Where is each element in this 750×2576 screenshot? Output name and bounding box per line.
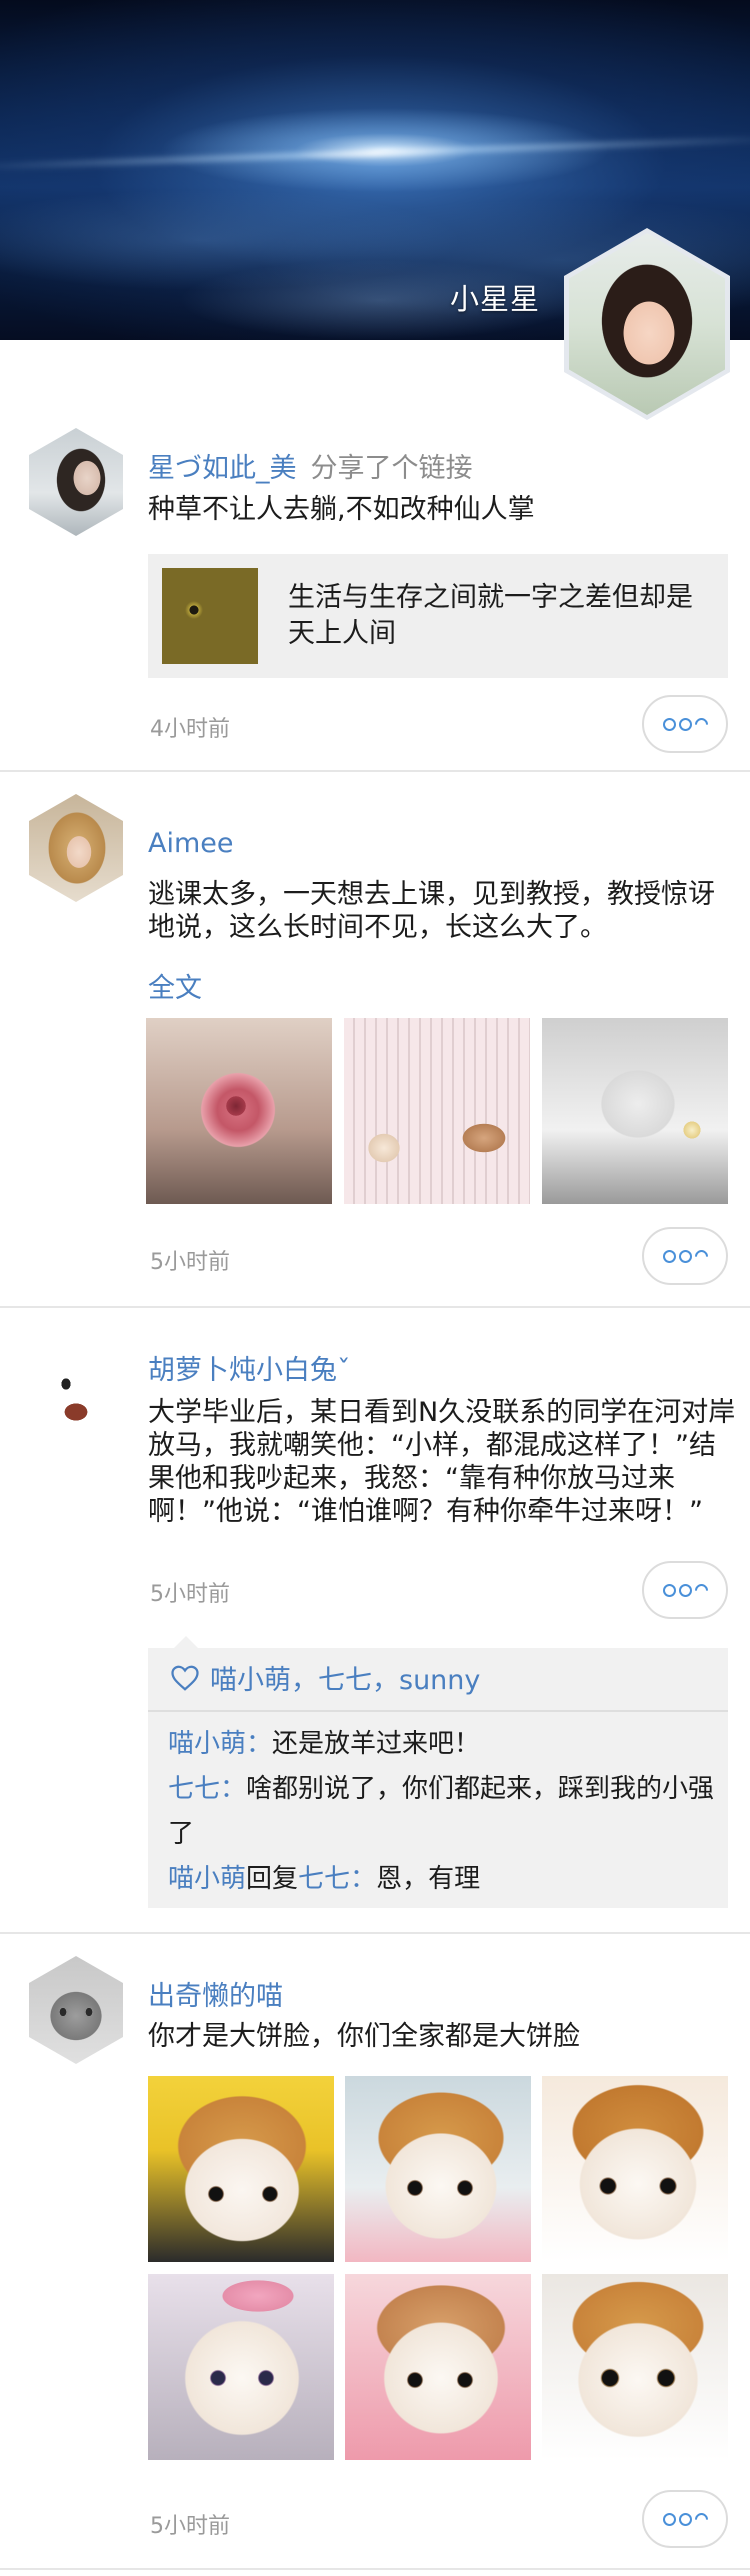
comment-item[interactable]: 喵小萌回复七七：恩，有理 [168,1857,716,1902]
shared-link-card[interactable]: 生活与生存之间就一字之差但却是天上人间 [148,554,728,678]
comment-text: 啥都别说了，你们都起来，踩到我的小强了 [168,1774,715,1849]
cat-photo[interactable] [345,2076,531,2262]
link-title: 生活与生存之间就一字之差但却是天上人间 [288,582,693,649]
post-text: 你才是大饼脸，你们全家都是大饼脸 [148,2021,580,2052]
post-author[interactable]: 出奇懒的喵 [148,1974,283,2013]
comment-author[interactable]: 七七 [168,1774,220,1804]
cat-photo[interactable] [542,2076,728,2262]
author-name[interactable]: 星づ如此_美 [148,453,297,484]
cat-photo[interactable] [148,2274,334,2460]
comment-author[interactable]: 喵小萌 [168,1864,246,1894]
read-more-link[interactable]: 全文 [148,966,202,1005]
feed-post: 出奇懒的喵 你才是大饼脸，你们全家都是大饼脸 5小时前 [0,1934,750,2570]
profile-name: 小星星 [449,282,540,316]
post-photo[interactable] [344,1018,530,1204]
reply-word: 回复 [246,1864,299,1894]
cover-light-streak [0,135,750,171]
avatar[interactable] [29,1330,123,1438]
post-time: 5小时前 [150,2514,230,2539]
comment-author[interactable]: 喵小萌 [168,1729,246,1759]
post-author[interactable]: 胡萝卜炖小白兔ˇ [148,1348,351,1387]
likes-names: 喵小萌，七七，sunny [210,1665,481,1696]
post-text: 逃课太多，一天想去上课，见到教授，教授惊讶地说，这么长时间不见，长这么大了。 [148,879,715,943]
post-author[interactable]: 星づ如此_美 分享了个链接 [148,446,473,485]
avatar[interactable] [29,428,123,536]
post-text: 大学毕业后，某日看到N久没联系的同学在河对岸放马，我就嘲笑他：“小样，都混成这样… [148,1397,736,1527]
more-actions-button[interactable] [642,695,728,753]
post-time: 4小时前 [150,717,230,742]
share-note: 分享了个链接 [310,453,473,484]
link-thumbnail [162,568,258,664]
divider [148,1710,728,1712]
reply-target[interactable]: 七七 [298,1864,350,1894]
post-time: 5小时前 [150,1250,230,1275]
more-actions-button[interactable] [642,2490,728,2548]
feed-post: 胡萝卜炖小白兔ˇ 大学毕业后，某日看到N久没联系的同学在河对岸放马，我就嘲笑他：… [0,1308,750,1934]
avatar[interactable] [29,794,123,902]
feed-post: Aimee 逃课太多，一天想去上课，见到教授，教授惊讶地说，这么长时间不见，长这… [0,772,750,1308]
likes-row[interactable]: 喵小萌，七七，sunny [170,1658,480,1697]
more-actions-button[interactable] [642,1561,728,1619]
comment-item[interactable]: 七七：啥都别说了，你们都起来，踩到我的小强了 [168,1767,716,1857]
comment-text: 恩，有理 [376,1864,481,1894]
post-photo[interactable] [542,1018,728,1204]
more-actions-button[interactable] [642,1227,728,1285]
cat-photo[interactable] [148,2076,334,2262]
comment-list: 喵小萌：还是放羊过来吧！ 七七：啥都别说了，你们都起来，踩到我的小强了 喵小萌回… [168,1722,716,1902]
post-photo[interactable] [146,1018,332,1204]
feed-post: 星づ如此_美 分享了个链接 种草不让人去躺,不如改种仙人掌 生活与生存之间就一字之… [0,400,750,772]
heart-icon [171,1665,199,1691]
post-time: 5小时前 [150,1582,230,1607]
comments-box: 喵小萌，七七，sunny 喵小萌：还是放羊过来吧！ 七七：啥都别说了，你们都起来… [148,1636,728,1908]
profile-avatar-image [569,233,725,415]
cat-photo[interactable] [345,2274,531,2460]
avatar[interactable] [29,1956,123,2064]
comment-text: 还是放羊过来吧！ [272,1729,481,1759]
cat-photo[interactable] [542,2274,728,2460]
post-author[interactable]: Aimee [148,828,234,859]
post-text: 种草不让人去躺,不如改种仙人掌 [148,494,535,525]
comment-item[interactable]: 喵小萌：还是放羊过来吧！ [168,1722,716,1767]
